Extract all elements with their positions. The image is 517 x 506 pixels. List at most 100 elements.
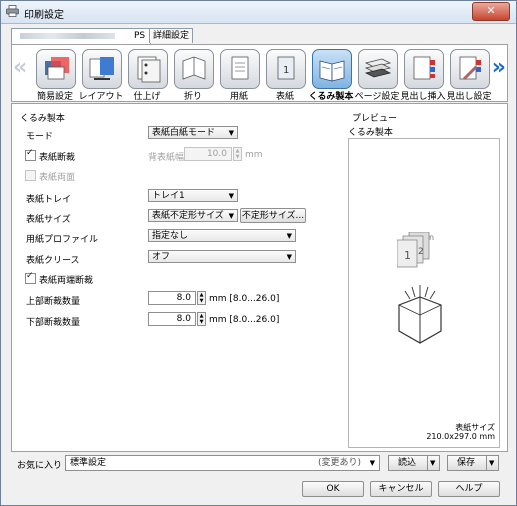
category-bar: « 簡易設定 レイアウト 仕上げ 折り 用紙 1 表紙 くるみ製本 ページ設定 見出し挿入 見出し設… <box>11 44 508 102</box>
category-button[interactable] <box>36 49 76 89</box>
category-paper[interactable]: 用紙 <box>216 49 262 102</box>
load-button-divider <box>427 456 428 470</box>
category-label: 表紙 <box>275 92 294 102</box>
chevron-down-icon: ▼ <box>228 129 234 137</box>
chevron-down-icon: ▼ <box>228 212 234 220</box>
top-trim-label: 上部断裁数量 <box>26 297 81 307</box>
mode-label: モード <box>26 132 54 142</box>
category-tab-setting[interactable]: 見出し設定 <box>446 49 492 102</box>
chevron-down-icon: ▼ <box>228 192 234 200</box>
chevron-down-icon: ▼ <box>286 232 292 240</box>
tab-ps-label: PS <box>134 31 146 41</box>
favorites-label: お気に入り <box>17 461 63 471</box>
page-number-2: 2 <box>418 247 424 257</box>
cover-size-info-label: 表紙サイズ <box>455 423 495 432</box>
ok-button[interactable]: OK <box>302 481 364 497</box>
quick-setting-icon <box>45 57 69 80</box>
cover-duplex-checkbox[interactable] <box>25 170 36 181</box>
help-button[interactable]: ヘルプ <box>438 481 500 497</box>
cover-size-label: 表紙サイズ <box>26 215 71 225</box>
category-label: 折り <box>183 92 202 102</box>
preview-subtitle: くるみ製本 <box>348 128 393 138</box>
category-button[interactable] <box>358 49 398 89</box>
close-button[interactable]: ✕ <box>472 2 510 21</box>
top-trim-spinner[interactable]: ▲ ▼ <box>197 291 206 305</box>
category-tab-insert[interactable]: 見出し挿入 <box>400 49 446 102</box>
favorites-changed: (変更あり) <box>317 458 361 468</box>
paper-profile-select[interactable]: 指定なし ▼ <box>148 229 296 242</box>
cover-size-select[interactable]: 表紙不定形サイズ ▼ <box>148 209 238 222</box>
chevron-down-icon: ▼ <box>369 459 375 467</box>
category-layout[interactable]: レイアウト <box>78 49 124 102</box>
spine-width-input[interactable]: 10.0 <box>184 147 232 161</box>
mode-select[interactable]: 表紙白紙モード ▼ <box>148 126 238 139</box>
layout-icon <box>89 57 114 80</box>
category-label: くるみ製本 <box>308 92 354 102</box>
save-button[interactable]: 保存 ▼ <box>447 455 499 471</box>
favorites-value: 標準設定 <box>70 458 107 468</box>
cover-size-info: 表紙サイズ 210.0x297.0 mm <box>426 423 495 441</box>
favorites-bar: お気に入り 標準設定 (変更あり) ▼ 読込 ▼ 保存 ▼ <box>11 454 506 474</box>
svg-text:1: 1 <box>283 65 289 76</box>
binding-group-title: くるみ製本 <box>20 114 65 124</box>
category-cover[interactable]: 1 表紙 <box>262 49 308 102</box>
category-perfect-binding[interactable]: くるみ製本 <box>308 49 354 102</box>
spine-width-spinner[interactable]: ▲ ▼ <box>233 147 242 161</box>
category-label: 見出し設定 <box>446 92 492 102</box>
preview-area: 1 2 n 表紙サイズ 210.0x297.0 mm <box>348 138 500 448</box>
chevron-down-icon[interactable]: ▼ <box>430 456 435 471</box>
tab-printer-ps[interactable]: PS <box>11 28 151 44</box>
perfect-binding-icon <box>319 60 345 82</box>
cover-crease-select[interactable]: オフ ▼ <box>148 250 296 263</box>
category-button[interactable] <box>450 49 490 89</box>
both-edge-trim-checkbox[interactable] <box>25 271 36 284</box>
top-trim-unit: mm [8.0...26.0] <box>209 294 280 304</box>
category-button[interactable] <box>404 49 444 89</box>
cover-trim-checkbox[interactable] <box>25 148 36 161</box>
both-edge-trim-label: 表紙両端断裁 <box>39 276 94 286</box>
category-label: 用紙 <box>229 92 248 102</box>
save-button-label: 保存 <box>457 458 476 468</box>
scroll-left-icon[interactable]: « <box>13 57 27 79</box>
cover-tray-select[interactable]: トレイ1 ▼ <box>148 189 238 202</box>
favorites-combo[interactable]: 標準設定 (変更あり) ▼ <box>65 455 380 471</box>
category-button[interactable] <box>174 49 214 89</box>
page-number-1: 1 <box>404 249 411 262</box>
category-button[interactable] <box>220 49 260 89</box>
tab-detail-settings[interactable]: 詳細設定 <box>149 28 193 43</box>
cover-size-info-value: 210.0x297.0 mm <box>426 432 495 441</box>
bottom-trim-unit: mm [8.0...26.0] <box>209 315 280 325</box>
cover-crease-value: オフ <box>152 252 171 262</box>
spine-width-unit: mm <box>245 150 263 160</box>
load-button[interactable]: 読込 ▼ <box>388 455 440 471</box>
category-label: 仕上げ <box>133 92 161 102</box>
tab-insert-icon <box>413 56 435 80</box>
title-bar[interactable]: 印刷設定 ✕ <box>1 1 516 24</box>
custom-size-button[interactable]: 不定形サイズ... <box>240 208 306 223</box>
category-label: ページ設定 <box>354 92 400 102</box>
cover-tray-label: 表紙トレイ <box>26 195 72 205</box>
page-number-n: n <box>429 233 434 242</box>
category-fold[interactable]: 折り <box>170 49 216 102</box>
cancel-button[interactable]: キャンセル <box>370 481 432 497</box>
paper-profile-value: 指定なし <box>152 231 189 241</box>
cover-duplex-label: 表紙両面 <box>39 173 76 183</box>
chevron-down-icon[interactable]: ▼ <box>489 456 494 471</box>
category-page-setting[interactable]: ページ設定 <box>354 49 400 102</box>
scroll-right-icon[interactable]: » <box>492 57 506 79</box>
category-button[interactable] <box>312 49 352 89</box>
cover-trim-label: 表紙断裁 <box>39 153 76 163</box>
tab-setting-icon <box>459 56 481 81</box>
category-button[interactable] <box>128 49 168 89</box>
category-button[interactable]: 1 <box>266 49 306 89</box>
bottom-trim-input[interactable]: 8.0 <box>148 312 196 326</box>
category-label: レイアウト <box>78 92 124 102</box>
category-quick-setting[interactable]: 簡易設定 <box>32 49 78 102</box>
cover-crease-label: 表紙クリース <box>26 256 80 266</box>
bottom-trim-spinner[interactable]: ▲ ▼ <box>197 312 206 326</box>
printer-icon <box>6 5 19 17</box>
top-trim-input[interactable]: 8.0 <box>148 291 196 305</box>
category-button[interactable] <box>82 49 122 89</box>
category-finishing[interactable]: 仕上げ <box>124 49 170 102</box>
mode-select-value: 表紙白紙モード <box>152 128 216 138</box>
